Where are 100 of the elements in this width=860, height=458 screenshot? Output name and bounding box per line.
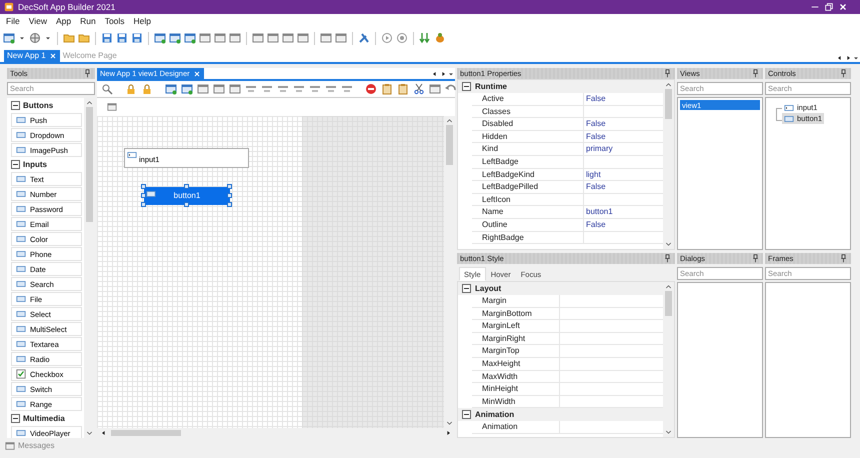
scrollbar[interactable] bbox=[444, 116, 455, 428]
menu-item[interactable]: Run bbox=[79, 16, 97, 26]
close-icon[interactable] bbox=[838, 2, 848, 12]
save-icon[interactable] bbox=[131, 32, 143, 44]
menu-item[interactable]: Help bbox=[132, 16, 152, 26]
folder-icon[interactable] bbox=[78, 32, 90, 44]
window-icon[interactable] bbox=[282, 32, 294, 44]
property-value[interactable]: False bbox=[586, 182, 606, 192]
scrollbar[interactable] bbox=[663, 80, 674, 249]
property-value[interactable]: False bbox=[586, 220, 606, 230]
no-entry-icon[interactable] bbox=[365, 83, 377, 95]
property-name: MarginLeft bbox=[482, 321, 520, 331]
align-icon[interactable] bbox=[341, 83, 353, 95]
play-icon[interactable] bbox=[381, 32, 393, 44]
property-value[interactable]: button1 bbox=[586, 207, 613, 217]
pin-icon[interactable] bbox=[663, 254, 672, 263]
folder-icon[interactable] bbox=[63, 32, 75, 44]
group-label: Multimedia bbox=[23, 414, 65, 424]
menu-item[interactable]: App bbox=[54, 16, 72, 26]
align-icon[interactable] bbox=[245, 83, 257, 95]
property-name: LeftIcon bbox=[482, 194, 510, 204]
save-icon[interactable] bbox=[116, 32, 128, 44]
stop-icon[interactable] bbox=[396, 32, 408, 44]
app-logo-icon bbox=[4, 2, 14, 12]
window-icon[interactable] bbox=[197, 83, 209, 95]
document-tab[interactable]: New App 1 bbox=[4, 50, 60, 62]
pin-icon[interactable] bbox=[751, 69, 760, 78]
resize-handle[interactable] bbox=[184, 202, 188, 206]
property-value[interactable]: False bbox=[586, 119, 606, 129]
align-icon[interactable] bbox=[277, 83, 289, 95]
button-control[interactable]: button1 bbox=[144, 187, 230, 205]
scrollbar[interactable] bbox=[84, 98, 95, 438]
window-icon[interactable] bbox=[184, 32, 196, 44]
window-icon[interactable] bbox=[165, 83, 177, 95]
property-value[interactable]: False bbox=[586, 132, 606, 142]
scrollbar-thumb[interactable] bbox=[665, 291, 672, 316]
window-icon[interactable] bbox=[169, 32, 181, 44]
collapse-icon[interactable] bbox=[462, 82, 471, 91]
property-name: LeftBadgePilled bbox=[482, 182, 538, 192]
menu-item[interactable]: View bbox=[28, 16, 48, 26]
close-icon[interactable] bbox=[48, 52, 57, 60]
lock-icon[interactable] bbox=[125, 83, 137, 95]
property-value[interactable]: light bbox=[586, 170, 601, 180]
pin-icon[interactable] bbox=[839, 254, 848, 263]
collapse-icon[interactable] bbox=[462, 410, 471, 420]
window-icon[interactable] bbox=[213, 83, 225, 95]
collapse-icon[interactable] bbox=[11, 160, 20, 169]
window-icon[interactable] bbox=[3, 32, 15, 44]
group-label: Runtime bbox=[475, 82, 507, 92]
align-icon[interactable] bbox=[325, 83, 337, 95]
resize-handle[interactable] bbox=[184, 184, 188, 188]
align-icon[interactable] bbox=[293, 83, 305, 95]
window-icon[interactable] bbox=[154, 32, 166, 44]
close-icon[interactable] bbox=[192, 70, 201, 78]
globe-icon[interactable] bbox=[29, 32, 41, 44]
scrollbar-thumb[interactable] bbox=[446, 125, 453, 165]
scrollbar-thumb[interactable] bbox=[111, 430, 181, 436]
align-icon[interactable] bbox=[309, 83, 321, 95]
property-value[interactable]: False bbox=[586, 94, 606, 104]
control-icon bbox=[146, 189, 156, 199]
window-icon[interactable] bbox=[229, 83, 241, 95]
collapse-icon[interactable] bbox=[11, 414, 20, 423]
scrollbar[interactable] bbox=[663, 282, 674, 437]
group-label: Buttons bbox=[23, 100, 54, 110]
property-name: Kind bbox=[482, 144, 498, 154]
window-icon[interactable] bbox=[297, 32, 309, 44]
save-icon[interactable] bbox=[101, 32, 113, 44]
window-icon[interactable] bbox=[320, 32, 332, 44]
clipboard-icon[interactable] bbox=[381, 83, 393, 95]
pin-icon[interactable] bbox=[751, 254, 760, 263]
scrollbar-thumb[interactable] bbox=[86, 107, 93, 222]
tools-icon[interactable] bbox=[358, 32, 370, 44]
property-name: MaxHeight bbox=[482, 358, 520, 369]
download-icon[interactable] bbox=[419, 32, 431, 44]
window-icon[interactable] bbox=[267, 32, 279, 44]
group-label: Animation bbox=[475, 410, 514, 420]
window-icon[interactable] bbox=[199, 32, 211, 44]
scrollbar-thumb[interactable] bbox=[665, 89, 672, 119]
window-icon[interactable] bbox=[229, 32, 241, 44]
window-icon[interactable] bbox=[252, 32, 264, 44]
window-icon[interactable] bbox=[429, 83, 441, 95]
pin-icon[interactable] bbox=[83, 69, 92, 78]
menu-item[interactable]: Tools bbox=[104, 16, 126, 26]
collapse-icon[interactable] bbox=[11, 101, 20, 110]
property-name: MinHeight bbox=[482, 384, 518, 394]
window-icon[interactable] bbox=[335, 32, 347, 44]
window-icon[interactable] bbox=[181, 83, 193, 95]
scissors-icon[interactable] bbox=[413, 83, 425, 95]
menu-item[interactable]: File bbox=[5, 16, 21, 26]
restore-icon[interactable] bbox=[824, 2, 834, 12]
pin-icon[interactable] bbox=[663, 69, 672, 78]
align-icon[interactable] bbox=[261, 83, 273, 95]
group-label: Inputs bbox=[23, 160, 47, 170]
window-icon[interactable] bbox=[214, 32, 226, 44]
lock-icon[interactable] bbox=[141, 83, 153, 95]
pin-icon[interactable] bbox=[839, 69, 848, 78]
property-value[interactable]: primary bbox=[586, 144, 613, 154]
collapse-icon[interactable] bbox=[462, 284, 471, 293]
window-title: DecSoft App Builder 2021 bbox=[18, 2, 116, 12]
clipboard-icon[interactable] bbox=[397, 83, 409, 95]
